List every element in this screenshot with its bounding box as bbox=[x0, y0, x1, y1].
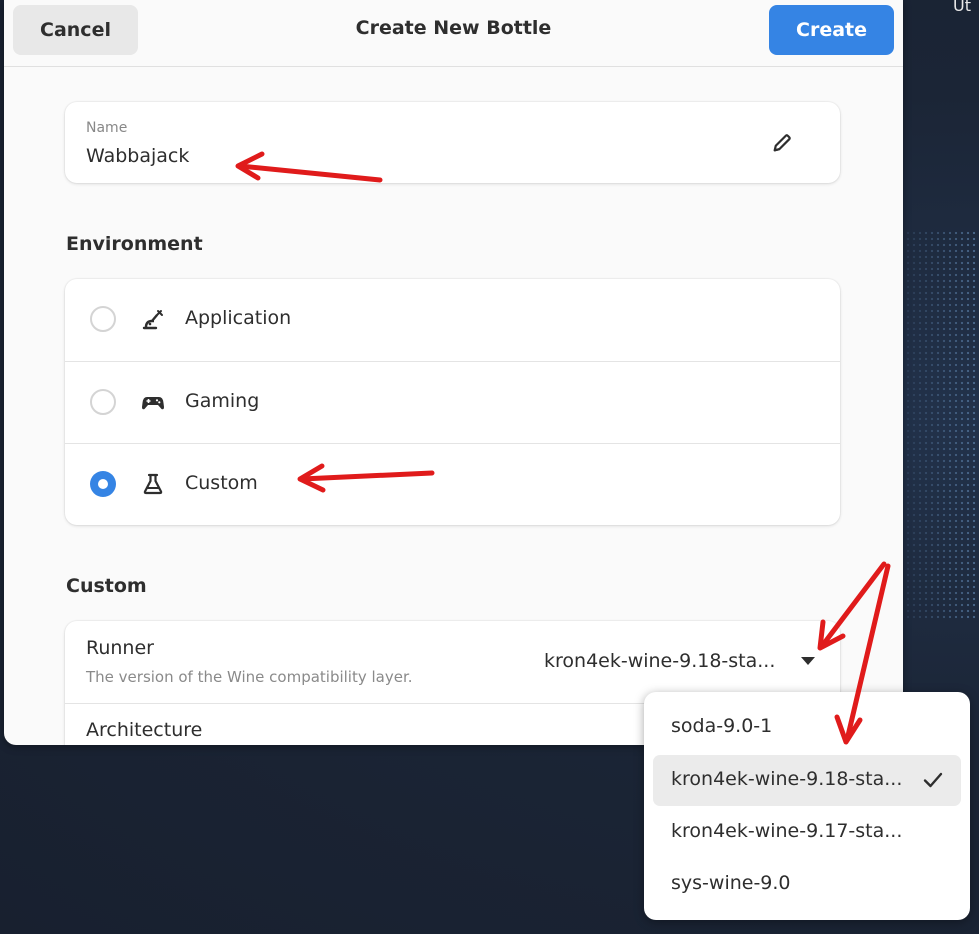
custom-section-title: Custom bbox=[66, 575, 147, 597]
application-icon bbox=[142, 310, 163, 330]
runner-option-kron4ek-9-17[interactable]: kron4ek-wine-9.17-sta... bbox=[653, 807, 961, 858]
pencil-icon[interactable] bbox=[771, 132, 793, 154]
runner-option-soda[interactable]: soda-9.0-1 bbox=[653, 702, 961, 753]
create-bottle-dialog: Cancel Create New Bottle Create Name Wab… bbox=[4, 0, 903, 745]
environment-option-gaming[interactable]: Gaming bbox=[65, 361, 840, 444]
runner-popover: soda-9.0-1 kron4ek-wine-9.18-sta... kron… bbox=[644, 692, 970, 920]
environment-section-title: Environment bbox=[66, 233, 203, 255]
runner-subtitle: The version of the Wine compatibility la… bbox=[86, 668, 413, 686]
popover-arrow bbox=[796, 679, 818, 692]
environment-option-application[interactable]: Application bbox=[65, 279, 840, 361]
environment-option-label: Custom bbox=[185, 472, 258, 494]
create-button[interactable]: Create bbox=[769, 5, 894, 55]
dialog-header: Cancel Create New Bottle Create bbox=[4, 0, 903, 67]
dropdown-arrow-icon[interactable] bbox=[800, 656, 816, 666]
runner-dropdown-value[interactable]: kron4ek-wine-9.18-sta... bbox=[544, 650, 775, 672]
architecture-title: Architecture bbox=[86, 719, 203, 741]
environment-list: Application Gaming Custom bbox=[65, 279, 840, 525]
flask-icon bbox=[143, 473, 163, 495]
desktop-wallpaper-dots bbox=[905, 230, 979, 620]
runner-option-label: soda-9.0-1 bbox=[671, 715, 773, 737]
runner-option-sys-wine[interactable]: sys-wine-9.0 bbox=[653, 859, 961, 910]
desktop-corner-text: Ut bbox=[953, 0, 971, 15]
environment-option-label: Application bbox=[185, 307, 292, 329]
radio-gaming[interactable] bbox=[90, 389, 116, 415]
environment-option-label: Gaming bbox=[185, 390, 260, 412]
checkmark-icon bbox=[923, 772, 943, 788]
runner-option-label: kron4ek-wine-9.17-sta... bbox=[671, 820, 903, 842]
runner-option-kron4ek-9-18[interactable]: kron4ek-wine-9.18-sta... bbox=[653, 755, 961, 806]
radio-custom[interactable] bbox=[90, 471, 116, 497]
runner-option-label: sys-wine-9.0 bbox=[671, 872, 791, 894]
radio-application[interactable] bbox=[90, 306, 116, 332]
name-field[interactable]: Name Wabbajack bbox=[65, 102, 840, 183]
runner-option-label: kron4ek-wine-9.18-sta... bbox=[671, 768, 903, 790]
gamepad-icon bbox=[142, 397, 164, 410]
environment-option-custom[interactable]: Custom bbox=[65, 443, 840, 526]
runner-title: Runner bbox=[86, 637, 154, 659]
name-field-label: Name bbox=[86, 120, 128, 136]
name-field-value[interactable]: Wabbajack bbox=[86, 145, 189, 167]
